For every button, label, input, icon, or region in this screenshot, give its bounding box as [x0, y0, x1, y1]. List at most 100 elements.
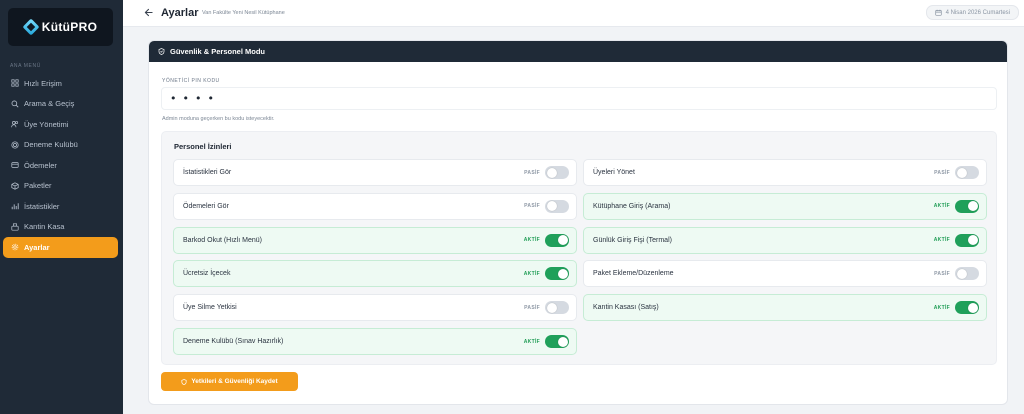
menu-caption: ANA MENÜ: [10, 63, 41, 69]
security-card: Güvenlik & Personel Modu YÖNETİCİ PIN KO…: [148, 40, 1008, 405]
permission-row: İstatistikleri Gör PASİF: [173, 159, 577, 186]
app-logo[interactable]: KütüPRO: [8, 8, 113, 46]
permission-status: PASİF: [524, 304, 540, 311]
logo-text: KütüPRO: [41, 20, 98, 34]
permission-row: Üye Silme Yetkisi PASİF: [173, 294, 577, 322]
search-icon: [11, 100, 19, 108]
toggle-knob: [557, 336, 568, 347]
date-badge: 4 Nisan 2026 Cumartesi: [925, 5, 1019, 20]
permission-status: PASİF: [524, 203, 540, 210]
sidebar-item-8[interactable]: Ayarlar: [3, 237, 118, 258]
date-text: 4 Nisan 2026 Cumartesi: [945, 9, 1010, 16]
page-title: Ayarlar: [161, 7, 199, 19]
permission-row: Paket Ekleme/Düzenleme PASİF: [583, 260, 987, 288]
permission-status: PASİF: [524, 169, 540, 176]
permission-toggle[interactable]: [545, 301, 569, 315]
permission-toggle[interactable]: [545, 267, 569, 281]
sidebar-item-label: Kantin Kasa: [24, 222, 65, 232]
sidebar-item-label: İstatistikler: [24, 201, 60, 211]
sidebar-item-1[interactable]: Arama & Geçiş: [3, 94, 118, 115]
pin-hint: Admin moduna geçerken bu kodu isteyecekt…: [162, 116, 275, 122]
toggle-knob: [546, 302, 557, 313]
toggle-knob: [967, 201, 978, 212]
permission-label: Ücretsiz İçecek: [183, 270, 231, 278]
save-button[interactable]: Yetkileri & Güvenliği Kaydet: [161, 372, 298, 391]
target-icon: [11, 141, 19, 149]
pin-label: YÖNETİCİ PIN KODU: [162, 78, 220, 84]
permission-row: Barkod Okut (Hızlı Menü) AKTİF: [173, 226, 577, 254]
toggle-knob: [967, 235, 978, 246]
toggle-knob: [557, 235, 568, 246]
permission-toggle[interactable]: [955, 267, 979, 281]
logo-icon: [24, 20, 38, 34]
permission-label: Kantin Kasası (Satış): [593, 304, 659, 312]
toggle-knob: [557, 268, 568, 279]
permission-toggle[interactable]: [955, 301, 979, 315]
permission-status: AKTİF: [523, 270, 540, 277]
permission-toggle[interactable]: [545, 199, 569, 213]
box-icon: [11, 182, 19, 190]
sidebar-item-0[interactable]: Hızlı Erişim: [3, 73, 118, 94]
permission-toggle[interactable]: [545, 166, 569, 179]
permissions-title: Personel İzinleri: [174, 142, 232, 151]
toggle-knob: [956, 268, 967, 279]
permission-label: Paket Ekleme/Düzenleme: [593, 270, 674, 278]
sidebar-menu: Hızlı Erişim Arama & Geçiş Üye Yönetimi Den…: [3, 73, 118, 258]
sidebar-item-label: Deneme Kulübü: [24, 140, 78, 150]
sidebar-item-label: Arama & Geçiş: [24, 99, 75, 109]
grid-icon: [11, 79, 19, 87]
permission-label: Barkod Okut (Hızlı Menü): [183, 236, 262, 244]
permission-status: PASİF: [934, 169, 950, 176]
permission-toggle[interactable]: [955, 233, 979, 247]
permission-status: PASİF: [934, 270, 950, 277]
permission-row: Deneme Kulübü (Sınav Hazırlık) AKTİF: [173, 328, 577, 355]
sidebar-item-4[interactable]: Ödemeler: [3, 155, 118, 176]
permission-status: AKTİF: [933, 237, 950, 244]
permission-row: Kütüphane Giriş (Arama) AKTİF: [583, 192, 987, 220]
calendar-icon: [934, 9, 942, 16]
shield-icon: [181, 378, 187, 385]
permission-toggle[interactable]: [545, 233, 569, 247]
register-icon: [11, 223, 19, 231]
pin-input[interactable]: ••••: [161, 87, 997, 110]
sidebar-item-label: Ayarlar: [24, 242, 50, 252]
permission-row: Kantin Kasası (Satış) AKTİF: [583, 294, 987, 322]
permission-status: AKTİF: [523, 338, 540, 345]
permission-toggle[interactable]: [545, 335, 569, 348]
save-button-label: Yetkileri & Güvenliği Kaydet: [191, 378, 278, 385]
permission-label: Kütüphane Giriş (Arama): [593, 202, 671, 210]
permission-label: Günlük Giriş Fişi (Termal): [593, 236, 672, 244]
permission-row: Günlük Giriş Fişi (Termal) AKTİF: [583, 226, 987, 254]
sidebar-item-label: Ödemeler: [24, 160, 57, 170]
permission-label: Ödemeleri Gör: [183, 202, 229, 210]
sidebar-item-5[interactable]: Paketler: [3, 176, 118, 197]
toggle-knob: [967, 302, 978, 313]
sidebar-item-label: Üye Yönetimi: [24, 119, 69, 129]
sidebar-item-3[interactable]: Deneme Kulübü: [3, 135, 118, 156]
permission-row: Ücretsiz İçecek AKTİF: [173, 260, 577, 288]
back-button[interactable]: [140, 5, 157, 20]
gear-icon: [11, 243, 19, 251]
wallet-icon: [11, 161, 19, 169]
permission-row: Üyeleri Yönet PASİF: [583, 159, 987, 186]
card-header: Güvenlik & Personel Modu: [149, 41, 1007, 62]
permission-status: AKTİF: [933, 203, 950, 210]
toggle-knob: [546, 201, 557, 212]
permission-status: AKTİF: [933, 304, 950, 311]
permission-row: Ödemeleri Gör PASİF: [173, 192, 577, 220]
sidebar-item-label: Hızlı Erişim: [24, 78, 62, 88]
toggle-knob: [546, 167, 557, 178]
sidebar: KütüPRO ANA MENÜ Hızlı Erişim Arama & Geç…: [0, 0, 123, 414]
sidebar-item-6[interactable]: İstatistikler: [3, 196, 118, 217]
sidebar-item-2[interactable]: Üye Yönetimi: [3, 114, 118, 135]
page-subtitle: Van Fakülte Yeni Nesil Kütüphane: [202, 10, 285, 16]
sidebar-item-label: Paketler: [24, 181, 52, 191]
shield-icon: [158, 48, 165, 55]
sidebar-item-7[interactable]: Kantin Kasa: [3, 217, 118, 238]
permission-label: Üye Silme Yetkisi: [183, 304, 237, 312]
permission-toggle[interactable]: [955, 166, 979, 179]
permission-label: İstatistikleri Gör: [183, 169, 232, 176]
arrow-left-icon: [144, 8, 153, 17]
permissions-panel: Personel İzinleri İstatistikleri Gör PASİ…: [161, 131, 997, 365]
permission-toggle[interactable]: [955, 199, 979, 213]
